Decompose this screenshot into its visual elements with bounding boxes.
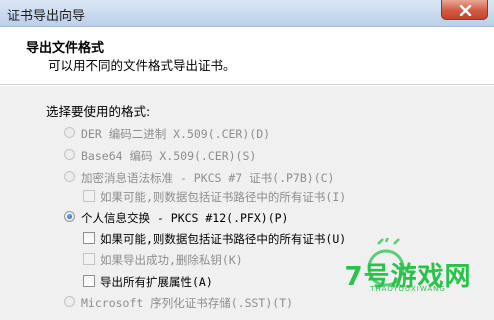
checkbox-pfx-delete-key-label: 如果导出成功,删除私钥(K) — [100, 253, 243, 267]
wizard-header: 导出文件格式 可以用不同的文件格式导出证书。 — [0, 27, 494, 85]
close-button[interactable] — [441, 0, 488, 20]
radio-pfx-label: 个人信息交换 - PKCS #12(.PFX)(P) — [81, 211, 289, 225]
radio-selected-dot — [67, 214, 72, 219]
page-title: 导出文件格式 — [26, 41, 105, 56]
checkbox-pkcs7-include-chain-label: 如果可能,则数据包括证书路径中的所有证书(I) — [100, 190, 347, 204]
window-title: 证书导出向导 — [7, 9, 86, 24]
checkbox-pfx-export-extended-label: 导出所有扩展属性(A) — [100, 275, 213, 289]
site-watermark: 7号游戏网 THAOYOUXIWANG — [338, 238, 478, 296]
page-subtitle: 可以用不同的文件格式导出证书。 — [48, 58, 236, 73]
radio-button[interactable] — [64, 149, 75, 160]
checkbox[interactable] — [83, 190, 95, 202]
radio-button[interactable] — [64, 211, 75, 222]
radio-button[interactable] — [64, 127, 75, 138]
title-bar: 证书导出向导 — [0, 0, 494, 27]
watermark-subtext: THAOYOUXIWANG — [370, 285, 446, 293]
radio-button[interactable] — [64, 171, 75, 182]
radio-base64-label: Base64 编码 X.509(.CER)(S) — [81, 149, 257, 163]
checkbox-pfx-include-chain-label: 如果可能,则数据包括证书路径中的所有证书(U) — [100, 232, 347, 246]
radio-button[interactable] — [64, 296, 75, 307]
format-prompt: 选择要使用的格式: — [46, 104, 151, 119]
checkbox[interactable] — [83, 232, 95, 244]
checkbox[interactable] — [83, 253, 95, 265]
radio-sst-label: Microsoft 序列化证书存储(.SST)(T) — [81, 296, 294, 310]
radio-der-label: DER 编码二进制 X.509(.CER)(D) — [81, 127, 271, 141]
checkbox[interactable] — [83, 275, 95, 287]
close-icon — [459, 5, 472, 16]
radio-pkcs7-label: 加密消息语法标准 - PKCS #7 证书(.P7B)(C) — [81, 171, 335, 185]
